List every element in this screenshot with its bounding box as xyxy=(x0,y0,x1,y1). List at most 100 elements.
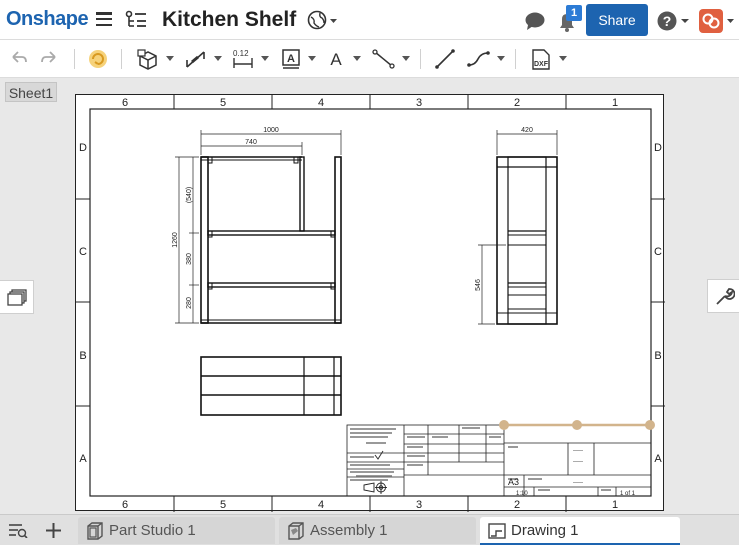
assembly-icon xyxy=(288,522,304,540)
redo-icon[interactable] xyxy=(40,48,58,70)
zone-column-label: 2 xyxy=(514,97,520,109)
zone-row-label: C xyxy=(654,246,662,258)
tab-label: Part Studio 1 xyxy=(109,522,196,539)
table-resize-handles[interactable] xyxy=(499,420,655,430)
caret-down-icon[interactable] xyxy=(214,56,222,61)
top-bar: Onshape Kitchen Shelf 1 Share ? xyxy=(0,0,739,40)
drawing-scale: 1:10 xyxy=(516,491,528,497)
projection-symbol-icon xyxy=(363,481,387,494)
dxf-export-icon[interactable]: DXF xyxy=(530,48,552,70)
toolbar-separator xyxy=(515,49,516,69)
zone-column-label: 6 xyxy=(122,499,128,511)
zone-column-label: 1 xyxy=(612,499,618,511)
share-button[interactable]: Share xyxy=(586,4,648,36)
title-block[interactable] xyxy=(346,424,652,497)
dimension-shelf-2: 380 xyxy=(186,253,193,265)
tab-label: Drawing 1 xyxy=(511,522,579,539)
dimension-height: 1260 xyxy=(172,232,179,248)
tab-list-icon[interactable] xyxy=(8,522,28,538)
sheets-panel-button[interactable] xyxy=(0,280,34,314)
zone-row-label: B xyxy=(79,350,86,362)
tab-drawing-1[interactable]: Drawing 1 xyxy=(480,517,680,545)
revision-dashes: ----- xyxy=(573,448,583,454)
caret-down-icon[interactable] xyxy=(402,56,410,61)
sheet-size: A3 xyxy=(508,477,519,487)
zone-column-label: 5 xyxy=(220,499,226,511)
toolbar-separator xyxy=(74,49,75,69)
tab-part-studio-1[interactable]: Part Studio 1 xyxy=(78,517,275,544)
front-view[interactable] xyxy=(200,156,342,324)
caret-down-icon[interactable] xyxy=(559,56,567,61)
part-studio-icon xyxy=(87,522,103,540)
globe-icon[interactable] xyxy=(307,10,337,30)
sheet-tab-sheet1[interactable]: Sheet1 xyxy=(5,82,57,102)
toolbar-separator xyxy=(420,49,421,69)
undo-icon[interactable] xyxy=(10,48,28,70)
properties-panel-button[interactable] xyxy=(707,279,739,313)
svg-text:A: A xyxy=(287,53,295,65)
note-icon[interactable]: A xyxy=(280,48,302,70)
drawing-canvas[interactable]: 6 5 4 3 2 1 6 5 4 3 2 1 D C B A D C B A xyxy=(76,95,665,512)
svg-text:A: A xyxy=(330,50,342,69)
caret-down-icon[interactable] xyxy=(166,56,174,61)
zone-row-label: C xyxy=(79,246,87,258)
caret-down-icon[interactable] xyxy=(261,56,269,61)
zone-column-label: 1 xyxy=(612,97,618,109)
caret-down-icon[interactable] xyxy=(308,56,316,61)
zone-column-label: 4 xyxy=(318,499,324,511)
dimension-overall-width: 1000 xyxy=(263,127,279,134)
update-icon[interactable] xyxy=(87,48,109,70)
svg-text:0.12: 0.12 xyxy=(233,49,249,58)
section-view-icon[interactable] xyxy=(184,48,208,70)
dimension-shelf-3: 280 xyxy=(186,297,193,309)
document-tab-bar: Part Studio 1 Assembly 1 Drawing 1 xyxy=(0,514,739,545)
dimension-side-width: 420 xyxy=(521,127,533,134)
drawing-toolbar: 0.12 A A DXF xyxy=(0,40,739,78)
revision-dashes: ----- xyxy=(573,480,583,486)
svg-text:DXF: DXF xyxy=(534,61,549,68)
text-style-icon[interactable]: A xyxy=(326,48,346,70)
zone-column-label: 6 xyxy=(122,97,128,109)
menu-icon[interactable] xyxy=(96,12,112,27)
feature-tree-icon[interactable] xyxy=(125,10,147,30)
dimension-inner-width: 740 xyxy=(245,139,257,146)
user-menu-icon[interactable] xyxy=(699,9,735,33)
onshape-logo[interactable]: Onshape xyxy=(6,8,89,31)
zone-row-label: D xyxy=(654,142,662,154)
tab-assembly-1[interactable]: Assembly 1 xyxy=(279,517,476,544)
title-block-fine-print xyxy=(350,427,611,491)
front-dimensions[interactable] xyxy=(175,130,342,324)
svg-text:?: ? xyxy=(663,13,672,29)
tab-label: Assembly 1 xyxy=(310,522,388,539)
add-tab-icon[interactable] xyxy=(45,522,62,539)
caret-down-icon[interactable] xyxy=(353,56,361,61)
notification-badge[interactable]: 1 xyxy=(566,5,582,21)
zone-row-label: A xyxy=(79,453,87,465)
spline-icon[interactable] xyxy=(466,48,492,70)
comment-icon[interactable] xyxy=(524,11,546,31)
dimension-shelf-1: (540) xyxy=(186,187,193,203)
revision-dashes: ----- xyxy=(573,459,583,465)
line-icon[interactable] xyxy=(434,48,456,70)
zone-column-label: 2 xyxy=(514,499,520,511)
zone-row-label: B xyxy=(654,350,661,362)
document-title[interactable]: Kitchen Shelf xyxy=(162,8,296,32)
wrench-icon xyxy=(716,288,735,305)
zone-row-label: A xyxy=(654,453,662,465)
drawing-icon xyxy=(488,523,506,539)
drawing-sheet[interactable]: 6 5 4 3 2 1 6 5 4 3 2 1 D C B A D C B A xyxy=(75,94,665,512)
toolbar-separator xyxy=(121,49,122,69)
dimension-icon[interactable]: 0.12 xyxy=(231,48,255,70)
leader-icon[interactable] xyxy=(372,48,396,70)
approval-check-icon xyxy=(374,450,384,460)
dimension-side-height: 546 xyxy=(475,279,482,291)
zone-column-label: 4 xyxy=(318,97,324,109)
caret-down-icon[interactable] xyxy=(497,56,505,61)
zone-row-label: D xyxy=(79,142,87,154)
insert-view-icon[interactable] xyxy=(136,48,160,70)
top-view[interactable] xyxy=(200,356,342,416)
side-view[interactable] xyxy=(496,156,558,325)
help-icon[interactable]: ? xyxy=(657,10,691,32)
zone-column-label: 5 xyxy=(220,97,226,109)
zone-column-label: 3 xyxy=(416,499,422,511)
